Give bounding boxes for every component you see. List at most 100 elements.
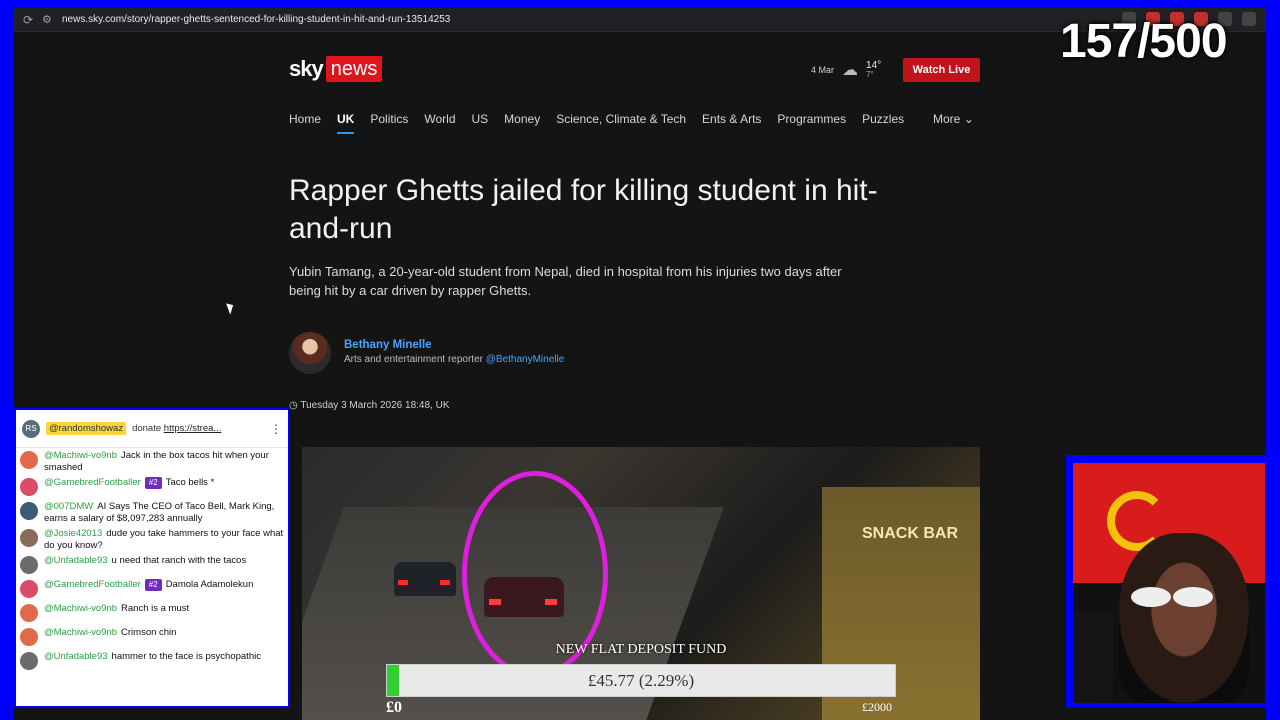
streamer xyxy=(1119,533,1249,703)
author-name[interactable]: Bethany Minelle xyxy=(344,339,432,351)
chat-avatar[interactable] xyxy=(20,529,38,547)
clock-icon: ◷ xyxy=(289,400,301,411)
more-options-icon[interactable]: ⋮ xyxy=(270,422,282,436)
chat-username[interactable]: @Machiwi-vo9nb xyxy=(44,603,117,614)
chat-message-body: @Machiwi-vo9nb Jack in the box tacos hit … xyxy=(44,450,284,473)
nav-ents-arts[interactable]: Ents & Arts xyxy=(702,112,761,126)
publish-date-text: Tuesday 3 March 2026 18:48, UK xyxy=(300,400,450,411)
author-handle-link[interactable]: @BethanyMinelle xyxy=(486,354,565,365)
chat-username[interactable]: @Machiwi-vo9nb xyxy=(44,450,117,461)
nav-world[interactable]: World xyxy=(424,112,455,126)
author-role: Arts and entertainment reporter @Bethany… xyxy=(344,354,564,365)
nav-more-label: More xyxy=(933,112,961,126)
white-glasses xyxy=(1131,587,1171,607)
donation-max: £2000 xyxy=(862,700,892,714)
weather-temps: 14° 7° xyxy=(866,60,882,80)
chat-text: Taco bells * xyxy=(165,477,215,488)
member-badge: #2 xyxy=(144,579,162,591)
donation-progress-bar: £45.77 (2.29%) xyxy=(386,664,896,697)
chat-message: @GamebredFootballer #2 Damola Adamolekun xyxy=(20,579,284,599)
chat-avatar[interactable] xyxy=(20,556,38,574)
sky-news-logo[interactable]: sky news xyxy=(289,56,383,82)
chat-message-body: @Machiwi-vo9nb Ranch is a must xyxy=(44,603,189,615)
chat-message: @Machiwi-vo9nb Ranch is a must xyxy=(20,603,284,623)
weather-widget[interactable]: 4 Mar ☁ 14° 7° xyxy=(811,60,881,80)
shop-sign: SNACK BAR xyxy=(862,525,958,542)
article-standfirst: Yubin Tamang, a 20-year-old student from… xyxy=(289,264,842,298)
nav-puzzles[interactable]: Puzzles xyxy=(862,112,904,126)
nav-programmes[interactable]: Programmes xyxy=(777,112,846,126)
chat-message: @Machiwi-vo9nb Jack in the box tacos hit … xyxy=(20,450,284,473)
chat-message-body: @Josie42013 dude you take hammers to your… xyxy=(44,528,284,551)
member-badge: #2 xyxy=(144,477,162,489)
chat-message: @GamebredFootballer #2 Taco bells * xyxy=(20,477,284,497)
chat-avatar[interactable] xyxy=(20,604,38,622)
chat-avatar[interactable] xyxy=(20,652,38,670)
chat-text: Ranch is a must xyxy=(121,603,190,614)
stream-frame: ⟳ ⚙ news.sky.com/story/rapper-ghetts-sen… xyxy=(0,0,1280,720)
donation-amount: £45.77 (2.29%) xyxy=(587,671,695,690)
chevron-down-icon: ⌄ xyxy=(963,112,974,126)
url-text[interactable]: news.sky.com/story/rapper-ghetts-sentenc… xyxy=(62,14,450,25)
nav-uk[interactable]: UK xyxy=(337,112,355,134)
chat-avatar[interactable] xyxy=(20,580,38,598)
cloud-icon: ☁ xyxy=(842,62,859,79)
pinned-message: RS @randomshowaz donate https://strea...… xyxy=(16,410,288,448)
pinned-text: donate https://strea... xyxy=(132,423,221,434)
author-avatar[interactable] xyxy=(289,332,331,374)
chat-username[interactable]: @Machiwi-vo9nb xyxy=(44,627,117,638)
donation-title: NEW FLAT DEPOSIT FUND xyxy=(555,642,727,657)
reload-icon[interactable]: ⟳ xyxy=(14,13,42,27)
chat-message: @Josie42013 dude you take hammers to your… xyxy=(20,528,284,551)
chat-avatar[interactable] xyxy=(20,451,38,469)
menu-icon[interactable] xyxy=(1242,12,1256,26)
chat-message: @Unfadable93 hammer to the face is psycho… xyxy=(20,651,284,671)
car-left xyxy=(394,562,456,596)
chat-messages: @Machiwi-vo9nb Jack in the box tacos hit … xyxy=(16,448,288,677)
temp-high: 14° xyxy=(866,60,882,71)
nav-us[interactable]: US xyxy=(472,112,489,126)
site-info-icon[interactable]: ⚙ xyxy=(42,13,62,26)
chat-username[interactable]: @GamebredFootballer xyxy=(44,579,141,590)
donation-min: £0 xyxy=(386,699,402,716)
chat-message-body: @Machiwi-vo9nb Crimson chin xyxy=(44,627,176,639)
pinned-username[interactable]: @randomshowaz xyxy=(46,422,127,435)
chat-username[interactable]: @Unfadable93 xyxy=(44,651,108,662)
chat-text: Crimson chin xyxy=(121,627,177,638)
chat-message-body: @GamebredFootballer #2 Damola Adamolekun xyxy=(44,579,253,591)
chat-avatar[interactable] xyxy=(20,478,38,496)
nav-science[interactable]: Science, Climate & Tech xyxy=(556,112,686,126)
chat-username[interactable]: @Unfadable93 xyxy=(44,555,108,566)
nav-money[interactable]: Money xyxy=(504,112,540,126)
article-headline: Rapper Ghetts jailed for killing student… xyxy=(289,174,878,245)
microphone xyxy=(1073,613,1113,703)
chat-message: @Unfadable93 u need that ranch with the t… xyxy=(20,555,284,575)
weather-date: 4 Mar xyxy=(811,65,835,75)
chat-message-body: @GamebredFootballer #2 Taco bells * xyxy=(44,477,214,489)
nav-politics[interactable]: Politics xyxy=(370,112,408,126)
live-chat: RS @randomshowaz donate https://strea...… xyxy=(14,408,290,708)
mouse-cursor-icon xyxy=(226,301,236,315)
chat-username[interactable]: @007DMW xyxy=(44,501,93,512)
chat-username[interactable]: @Josie42013 xyxy=(44,528,102,539)
nav-more[interactable]: More ⌄ xyxy=(933,112,974,126)
chat-avatar[interactable] xyxy=(20,628,38,646)
nav-home[interactable]: Home xyxy=(289,112,321,126)
donation-goal: NEW FLAT DEPOSIT FUND £45.77 (2.29%) £0 … xyxy=(386,642,906,720)
pinned-link[interactable]: https://strea... xyxy=(164,423,222,434)
pinned-avatar: RS xyxy=(22,419,40,438)
chat-message: @Machiwi-vo9nb Crimson chin xyxy=(20,627,284,647)
pinned-text-label: donate xyxy=(132,423,162,434)
temp-low: 7° xyxy=(866,70,874,79)
chat-message-body: @Unfadable93 hammer to the face is psycho… xyxy=(44,651,261,663)
chat-avatar[interactable] xyxy=(20,502,38,520)
stream-counter: 157/500 xyxy=(1060,15,1228,68)
author-role-text: Arts and entertainment reporter xyxy=(344,354,483,365)
webcam-feed xyxy=(1073,463,1265,703)
chat-text: u need that ranch with the tacos xyxy=(111,555,247,566)
watch-live-button[interactable]: Watch Live xyxy=(903,58,980,82)
logo-news: news xyxy=(325,56,383,82)
chat-username[interactable]: @GamebredFootballer xyxy=(44,477,141,488)
chat-text: Damola Adamolekun xyxy=(165,579,254,590)
chat-message-body: @007DMW AI Says The CEO of Taco Bell, Mar… xyxy=(44,501,284,524)
